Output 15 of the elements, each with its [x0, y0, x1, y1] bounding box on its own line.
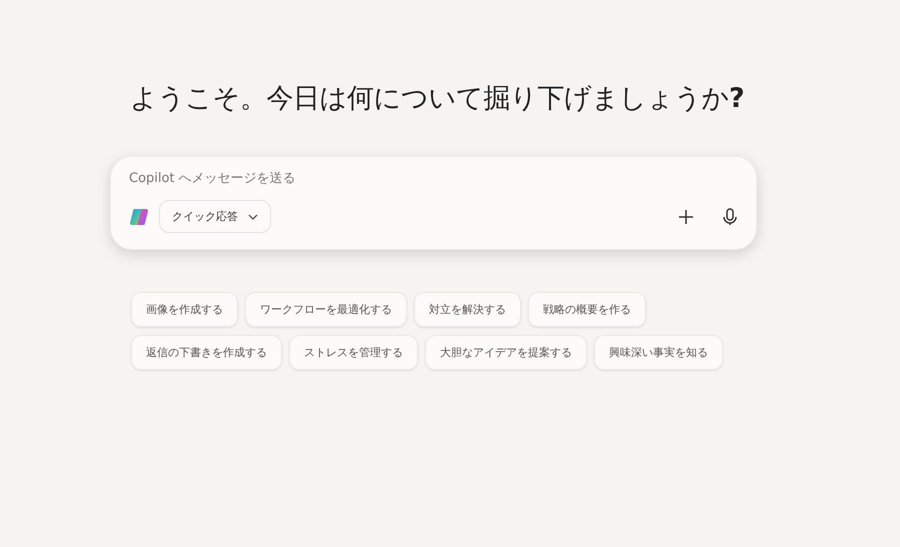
suggestion-chip[interactable]: 返信の下書きを作成する [131, 335, 282, 370]
welcome-heading: ようこそ。今日は何について掘り下げましょうか? [130, 82, 746, 116]
microphone-icon[interactable] [722, 208, 738, 226]
message-input[interactable]: Copilot へメッセージを送る [129, 167, 738, 190]
mode-dropdown[interactable]: クイック応答 [159, 200, 271, 233]
suggestion-chip[interactable]: 対立を解決する [414, 292, 521, 327]
suggestion-chip[interactable]: ワークフローを最適化する [245, 292, 407, 327]
plus-icon[interactable] [678, 208, 694, 224]
app-logo-icon [129, 206, 149, 226]
suggestion-chip[interactable]: ストレスを管理する [289, 335, 418, 370]
suggestion-chip[interactable]: 戦略の概要を作る [528, 292, 646, 327]
suggestion-chip[interactable]: 興味深い事実を知る [594, 335, 723, 370]
chevron-down-icon [248, 214, 258, 220]
suggestion-chip[interactable]: 大胆なアイデアを提案する [425, 335, 587, 370]
suggestion-chip[interactable]: 画像を作成する [131, 292, 238, 327]
